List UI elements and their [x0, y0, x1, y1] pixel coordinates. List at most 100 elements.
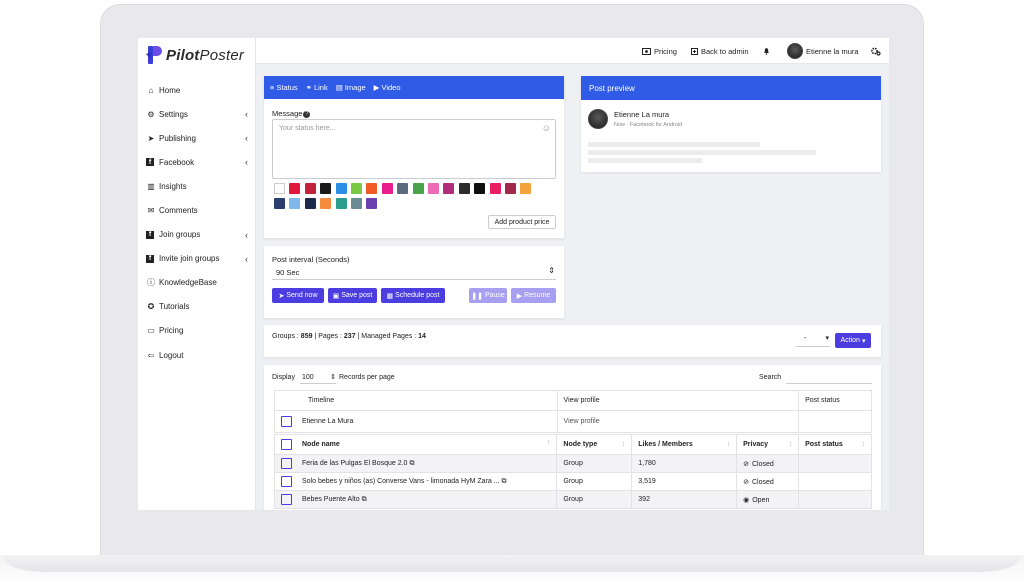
send-now-button[interactable]: ➤ Send now [272, 288, 324, 303]
sidebar-item-home[interactable]: ⌂ Home [138, 78, 256, 102]
row-checkbox[interactable] [281, 494, 292, 505]
node-name-header[interactable]: Node name ↕ [273, 434, 558, 455]
sidebar-item-tutorials[interactable]: ✪ Tutorials [138, 295, 256, 319]
emoji-icon[interactable]: ☺ [542, 123, 551, 133]
resume-button[interactable]: ▶ Resume [511, 288, 556, 303]
sidebar-item-settings[interactable]: ⚙ Settings ‹ [138, 102, 256, 126]
message-textarea[interactable]: Your status here... ☺ [272, 119, 556, 179]
node-name-link[interactable]: Solo bebes y niños (as) Converse Vans - … [302, 478, 500, 485]
node-name-cell: Solo bebes y niños (as) Converse Vans - … [273, 472, 558, 491]
external-link-icon[interactable]: ⧉ [502, 478, 507, 485]
topbar-pricing-label: Pricing [654, 46, 677, 56]
add-product-price-button[interactable]: Add product price [488, 215, 556, 229]
color-swatch[interactable] [351, 183, 362, 194]
notifications-bell[interactable] [763, 38, 770, 64]
external-link-icon[interactable]: ⧉ [362, 496, 367, 503]
timeline-table: Timeline View profile Post status Etienn… [274, 390, 872, 433]
color-swatch[interactable] [520, 183, 532, 194]
search-input[interactable] [786, 370, 872, 384]
sidebar-item-pricing[interactable]: ▭ Pricing [138, 319, 256, 343]
back-to-admin-link[interactable]: Back to admin [691, 38, 749, 64]
color-swatch[interactable] [320, 183, 332, 194]
user-menu[interactable]: Etienne la mura [787, 38, 859, 64]
tab-image[interactable]: ▤ Image [336, 83, 366, 92]
video-icon: ▶ [373, 83, 380, 92]
color-swatch[interactable] [458, 183, 470, 194]
row-checkbox[interactable] [281, 458, 292, 469]
color-swatch[interactable] [489, 183, 501, 194]
logo-mark-icon [146, 46, 162, 64]
sidebar-item-invite-join-groups[interactable]: f Invite join groups ‹ [138, 247, 256, 271]
action-dropdown-button[interactable]: Action ▾ [835, 333, 871, 348]
color-swatch[interactable] [335, 183, 347, 194]
likes-members-cell: 1,780 [631, 454, 738, 473]
tab-status[interactable]: ≡ Status [270, 83, 298, 92]
color-swatch[interactable] [289, 183, 301, 194]
chevron-left-icon: ‹ [245, 109, 248, 120]
brand-logo[interactable]: PilotPoster [146, 42, 244, 68]
eye-icon: ◉ [743, 496, 750, 504]
sidebar-item-publishing[interactable]: ➤ Publishing ‹ [138, 126, 256, 150]
node-name-link[interactable]: Bebes Puente Alto [302, 496, 360, 503]
color-swatch[interactable] [366, 198, 378, 209]
color-swatch[interactable] [274, 183, 285, 194]
post-interval-select[interactable]: 90 Sec ⇕ [272, 265, 556, 280]
schedule-post-button[interactable]: ▦ Schedule post [381, 288, 445, 303]
schedule-post-label: Schedule post [395, 292, 440, 299]
color-swatch[interactable] [397, 183, 409, 194]
node-type-cell: Group [556, 472, 633, 491]
sidebar-item-label: KnowledgeBase [159, 278, 217, 288]
row-checkbox[interactable] [281, 476, 292, 487]
color-swatch[interactable] [335, 198, 347, 209]
sidebar-item-insights[interactable]: ▥ Insights [138, 174, 256, 198]
color-swatch[interactable] [428, 183, 439, 194]
post-status-header[interactable]: Post status ↕ [798, 434, 872, 455]
save-post-button[interactable]: ▣ Save post [328, 288, 377, 303]
settings-cogs-button[interactable] [871, 38, 881, 64]
nodes-table: Node name ↕ Node type ↕ Likes / Members ↕ P… [273, 434, 872, 509]
avatar [787, 43, 803, 59]
view-profile-link[interactable]: View profile [556, 410, 800, 433]
likes-members-header[interactable]: Likes / Members ↕ [631, 434, 738, 455]
color-swatch[interactable] [351, 198, 362, 209]
color-swatch[interactable] [274, 198, 285, 209]
node-type-header[interactable]: Node type ↕ [556, 434, 633, 455]
sidebar-item-comments[interactable]: ✉ Comments [138, 198, 256, 222]
color-swatch[interactable] [366, 183, 378, 194]
sidebar-item-facebook[interactable]: f Facebook ‹ [138, 150, 256, 174]
color-swatch[interactable] [381, 183, 393, 194]
privacy-header[interactable]: Privacy ↕ [736, 434, 800, 455]
sidebar-item-label: Publishing [159, 133, 196, 143]
select-arrows-icon: ⇕ [330, 374, 336, 381]
tab-link[interactable]: ⚭ Link [306, 83, 328, 92]
post-interval-label: Post interval (Seconds) [272, 255, 350, 264]
sidebar-item-join-groups[interactable]: f Join groups ‹ [138, 223, 256, 247]
topbar-pricing-link[interactable]: Pricing [642, 38, 677, 64]
resume-label: Resume [524, 292, 551, 299]
filter-select[interactable]: - ▾ [796, 333, 830, 347]
color-swatch[interactable] [304, 198, 316, 209]
color-swatch[interactable] [443, 183, 455, 194]
external-link-icon[interactable]: ⧉ [409, 460, 414, 467]
nodes-table-card: Display 100 ⇕ Records per page Search Ti… [264, 365, 881, 510]
sidebar-item-knowledgebase[interactable]: ⓘ KnowledgeBase [138, 271, 256, 295]
pause-button[interactable]: ❚❚ Pause [469, 288, 507, 303]
money-icon [642, 47, 651, 55]
node-type-cell: Group [556, 454, 633, 473]
timeline-checkbox[interactable] [281, 416, 292, 427]
chart-icon: ▥ [147, 181, 155, 191]
sidebar-item-logout[interactable]: ⇦ Logout [138, 343, 256, 367]
color-swatch[interactable] [320, 198, 332, 209]
color-swatch[interactable] [505, 183, 516, 194]
color-swatch[interactable] [289, 198, 301, 209]
color-swatch[interactable] [474, 183, 486, 194]
post-interval-value: 90 Sec [276, 268, 300, 277]
node-name-link[interactable]: Feria de las Pulgas El Bosque 2.0 [302, 460, 407, 467]
records-select[interactable]: 100 ⇕ [300, 370, 336, 384]
tab-video[interactable]: ▶ Video [374, 83, 401, 92]
color-swatch[interactable] [412, 183, 424, 194]
color-swatch[interactable] [304, 183, 316, 194]
sidebar-item-label: Join groups [159, 230, 201, 240]
records-select-value: 100 [302, 374, 314, 381]
select-all-checkbox[interactable] [281, 439, 292, 450]
